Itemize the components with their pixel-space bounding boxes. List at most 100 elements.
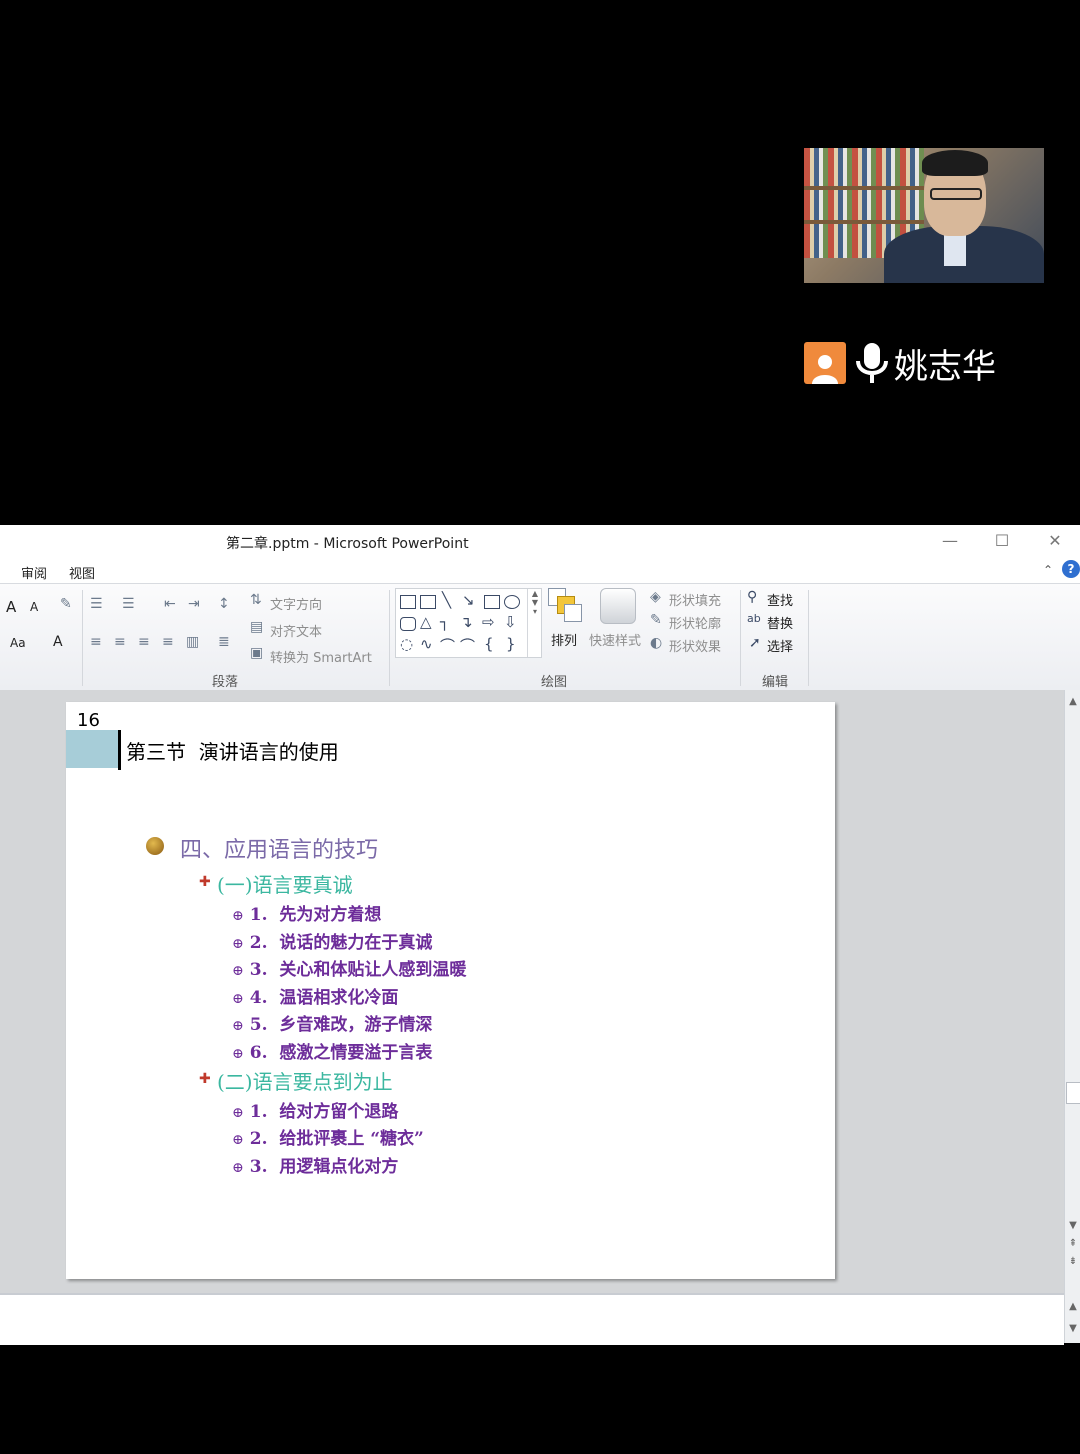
align-left-icon[interactable]: ≡ xyxy=(90,634,102,650)
down-arrow-shape-icon[interactable]: ⇩ xyxy=(504,613,517,631)
window-title: 第二章.pptm - Microsoft PowerPoint xyxy=(226,533,469,553)
distribute-icon[interactable]: ≣ xyxy=(218,634,230,650)
list-item: ⊕ 1. 先为对方着想 xyxy=(232,905,382,925)
list-item: ⊕ 2. 给批评裹上 “糖衣” xyxy=(232,1129,424,1149)
list-bullet-icon: ⊕ xyxy=(232,1160,244,1176)
list-bullet-icon: ⊕ xyxy=(232,1018,244,1034)
arrange-icon xyxy=(548,588,582,622)
scribble-shape-icon[interactable]: ∿ xyxy=(420,635,433,653)
drawing-group-label: 绘图 xyxy=(541,675,568,690)
quick-styles-button[interactable]: 快速样式 xyxy=(589,630,641,649)
list-item: ⊕ 3. 关心和体贴让人感到温暖 xyxy=(232,960,467,980)
quick-styles-icon xyxy=(600,588,636,624)
tab-view[interactable]: 视图 xyxy=(69,563,95,582)
convert-smartart-button[interactable]: 转换为 SmartArt xyxy=(270,647,372,666)
title-accent-bar xyxy=(66,730,118,768)
line-spacing-icon[interactable]: ↕ xyxy=(218,596,230,612)
curve-shape-icon[interactable]: ⌒ xyxy=(440,635,455,656)
bullets-icon[interactable]: ☰ xyxy=(90,596,103,612)
previous-slide-icon[interactable]: ⇞ xyxy=(1065,1238,1080,1249)
gallery-scroll[interactable]: ▲ ▼ ▾ xyxy=(527,589,542,657)
glasses xyxy=(930,188,982,200)
maximize-button[interactable]: ☐ xyxy=(987,529,1017,553)
scroll-up-icon[interactable]: ▲ xyxy=(1065,696,1080,707)
right-brace-shape-icon[interactable]: } xyxy=(506,635,516,653)
line-shape-icon[interactable]: ╲ xyxy=(442,591,451,609)
shelf-board xyxy=(804,220,924,224)
cursor-icon: ➚ xyxy=(749,635,761,651)
shape-outline-button[interactable]: 形状轮廓 xyxy=(669,613,721,632)
group-divider xyxy=(389,590,390,686)
textbox-shape-icon[interactable] xyxy=(400,595,416,609)
left-brace-shape-icon[interactable]: { xyxy=(484,635,494,653)
help-icon[interactable]: ? xyxy=(1062,560,1080,578)
align-right-icon[interactable]: ≡ xyxy=(138,634,150,650)
arrange-button[interactable]: 排列 xyxy=(551,630,577,649)
app-name: Microsoft PowerPoint xyxy=(323,536,469,552)
group-divider xyxy=(82,590,83,686)
heading-bullet-icon xyxy=(146,837,164,855)
list-bullet-icon: ⊕ xyxy=(232,908,244,924)
list-bullet-icon: ⊕ xyxy=(232,1105,244,1121)
align-text-icon: ▤ xyxy=(250,619,264,635)
text-direction-button[interactable]: 文字方向 xyxy=(270,594,322,613)
speaker-video xyxy=(804,148,1044,283)
rounded-rectangle-shape-icon[interactable] xyxy=(400,617,416,631)
list-bullet-icon: ⊕ xyxy=(232,936,244,952)
minimize-button[interactable]: — xyxy=(935,529,965,553)
scroll-down-icon[interactable]: ▼ xyxy=(1065,1220,1080,1231)
arc-shape-icon[interactable]: ⌒ xyxy=(460,635,475,656)
powerpoint-window: 第二章.pptm - Microsoft PowerPoint — ☐ ✕ 审阅… xyxy=(0,525,1080,1345)
rectangle-shape-icon[interactable] xyxy=(484,595,500,609)
tab-review[interactable]: 审阅 xyxy=(21,563,47,582)
scroll-thumb[interactable] xyxy=(1066,1082,1080,1104)
select-button[interactable]: 选择 xyxy=(767,636,793,655)
next-slide-icon[interactable]: ⇟ xyxy=(1065,1256,1080,1267)
decrease-indent-icon[interactable]: ⇤ xyxy=(164,596,176,612)
list-bullet-icon: ⊕ xyxy=(232,991,244,1007)
columns-icon[interactable]: ▥ xyxy=(186,634,199,650)
slide-heading: 四、应用语言的技巧 xyxy=(180,838,379,863)
increase-indent-icon[interactable]: ⇥ xyxy=(188,596,200,612)
arrow-line-shape-icon[interactable]: ↘ xyxy=(462,591,475,609)
right-arrow-shape-icon[interactable]: ⇨ xyxy=(482,613,495,631)
font-color-button[interactable]: A xyxy=(53,634,63,650)
numbering-icon[interactable]: ☰ xyxy=(122,596,135,612)
section-heading: (一)语言要真诚 xyxy=(217,873,353,897)
vertical-scrollbar[interactable]: ▲ ▼ ⇞ ⇟ xyxy=(1064,690,1080,1293)
change-case-button[interactable]: Aa xyxy=(10,636,26,650)
elbow-connector-icon[interactable]: ┐ xyxy=(440,613,449,631)
shape-fill-button[interactable]: 形状填充 xyxy=(669,590,721,609)
slide-title: 第三节 演讲语言的使用 xyxy=(126,740,339,764)
shape-effects-button[interactable]: 形状效果 xyxy=(669,636,721,655)
notes-scroll-down-icon[interactable]: ▼ xyxy=(1065,1323,1080,1334)
replace-button[interactable]: 替换 xyxy=(767,613,793,632)
section-bullet-icon: ✚ xyxy=(199,874,211,890)
justify-icon[interactable]: ≡ xyxy=(162,634,174,650)
notes-scroll-up-icon[interactable]: ▲ xyxy=(1065,1301,1080,1312)
find-button[interactable]: 查找 xyxy=(767,590,793,609)
notes-scrollbar[interactable]: ▲ ▼ xyxy=(1064,1293,1080,1343)
section-bullet-icon: ✚ xyxy=(199,1071,211,1087)
close-icon: ✕ xyxy=(1048,531,1062,550)
align-text-button[interactable]: 对齐文本 xyxy=(270,621,322,640)
collapse-ribbon-icon[interactable]: ⌃ xyxy=(1043,563,1053,577)
align-center-icon[interactable]: ≡ xyxy=(114,634,126,650)
list-item: ⊕ 3. 用逻辑点化对方 xyxy=(232,1157,399,1177)
paragraph-group-label: 段落 xyxy=(212,675,239,690)
shapes-gallery[interactable]: ╲ ↘ △ ┐ ↴ ⇨ ⇩ ◌ ∿ ⌒ ⌒ { } ▲ ▼ ▾ xyxy=(395,588,542,658)
shrink-font-button[interactable]: A xyxy=(30,600,38,614)
oval-shape-icon[interactable] xyxy=(504,595,520,609)
clear-format-icon[interactable]: ✎ xyxy=(60,596,72,612)
freeform-shape-icon[interactable]: ◌ xyxy=(400,635,413,653)
triangle-shape-icon[interactable]: △ xyxy=(420,613,432,631)
elbow-arrow-icon[interactable]: ↴ xyxy=(460,613,473,631)
notes-pane[interactable] xyxy=(0,1293,1064,1345)
list-item: ⊕ 1. 给对方留个退路 xyxy=(232,1102,399,1122)
maximize-icon: ☐ xyxy=(994,531,1010,550)
grow-font-button[interactable]: A xyxy=(6,598,16,616)
slide-canvas[interactable]: 16 第三节 演讲语言的使用 四、应用语言的技巧 ✚ (一)语言要真诚 ⊕ 1. … xyxy=(66,702,835,1279)
replace-icon: ab xyxy=(747,612,761,625)
close-button[interactable]: ✕ xyxy=(1040,529,1070,553)
vertical-textbox-shape-icon[interactable] xyxy=(420,595,436,609)
